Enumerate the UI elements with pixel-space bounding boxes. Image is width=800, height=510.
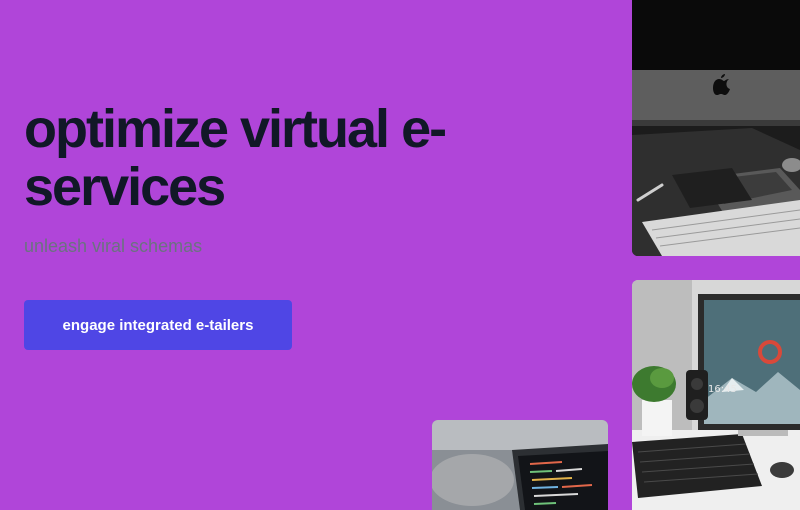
cta-button[interactable]: engage integrated e-tailers bbox=[24, 300, 292, 350]
hero-title: optimize virtual e-services bbox=[24, 99, 447, 217]
monitor-desk-photo: 16:45 bbox=[632, 280, 800, 510]
laptop-couch-photo bbox=[432, 420, 608, 510]
imac-desk-photo bbox=[632, 0, 800, 256]
hero-subtitle: unleash viral schemas bbox=[24, 236, 203, 256]
svg-text:16:45: 16:45 bbox=[708, 384, 737, 395]
